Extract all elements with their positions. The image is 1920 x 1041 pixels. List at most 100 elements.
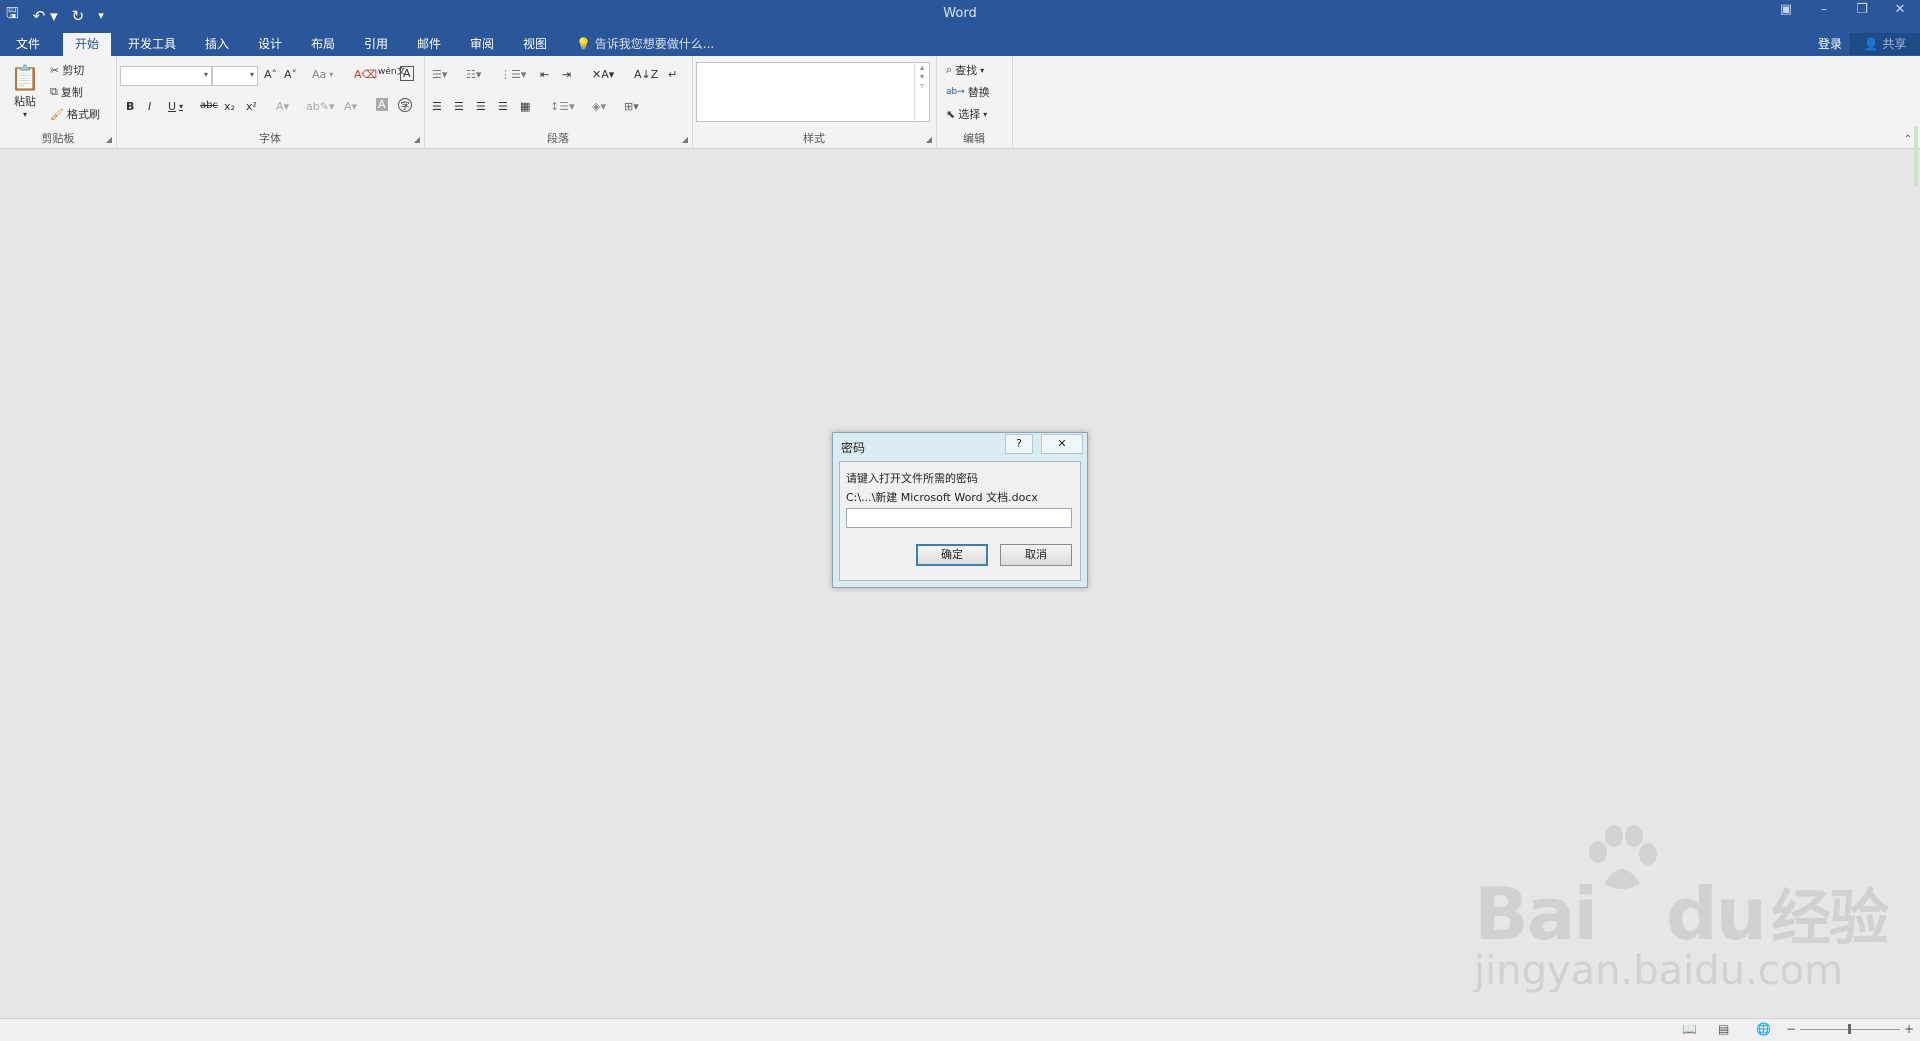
show-marks-button[interactable]: ↵ <box>668 68 677 81</box>
distributed-button[interactable]: ▦ <box>520 100 530 113</box>
zoom-slider-thumb[interactable] <box>1848 1024 1851 1034</box>
font-size-combo[interactable]: ▾ <box>212 66 258 86</box>
text-effects-button[interactable]: A▾ <box>276 100 289 113</box>
tab-design[interactable]: 设计 <box>246 33 294 56</box>
replace-button[interactable]: ab→ 替换 <box>946 84 990 100</box>
grow-font-icon: A˄ <box>264 68 278 81</box>
format-painter-button[interactable]: 🖌 格式刷 <box>50 106 100 122</box>
enclose-characters-button[interactable]: 字 <box>398 98 412 112</box>
cancel-button[interactable]: 取消 <box>1000 544 1072 566</box>
file-path: C:\...\新建 Microsoft Word 文档.docx <box>846 491 1038 504</box>
paragraph-launcher-icon[interactable]: ◢ <box>682 135 688 144</box>
tab-layout[interactable]: 布局 <box>299 33 347 56</box>
strikethrough-button[interactable]: abc <box>200 100 218 111</box>
web-layout-icon[interactable]: 🌐 <box>1756 1022 1771 1036</box>
justify-button[interactable]: ☰ <box>498 100 508 113</box>
title-bar: 🖫 ↶ ▾ ↻ ▾ Word ▣ – ❐ ✕ <box>0 0 1920 30</box>
zoom-in-button[interactable]: + <box>1904 1022 1914 1036</box>
clipboard-launcher-icon[interactable]: ◢ <box>106 135 112 144</box>
tab-mailings[interactable]: 邮件 <box>405 33 453 56</box>
close-button[interactable]: ✕ <box>1041 434 1083 454</box>
align-right-icon: ☰ <box>476 100 486 113</box>
bullets-button[interactable]: ☰▾ <box>432 68 447 81</box>
tab-review[interactable]: 审阅 <box>458 33 506 56</box>
styles-launcher-icon[interactable]: ◢ <box>926 135 932 144</box>
align-right-button[interactable]: ☰ <box>476 100 486 113</box>
decrease-indent-button[interactable]: ⇤ <box>540 68 549 81</box>
restore-icon[interactable]: ❐ <box>1852 2 1872 17</box>
character-border-button[interactable]: A <box>400 66 414 81</box>
styles-gallery-scroll[interactable]: ▴ ▾ ▿ <box>914 63 929 121</box>
font-name-combo[interactable]: ▾ <box>120 66 212 86</box>
close-icon[interactable]: ✕ <box>1890 2 1910 17</box>
help-icon: ? <box>1016 437 1022 450</box>
paste-label: 粘贴 <box>13 95 36 108</box>
editing-group: ⌕ 查找 ▾ ab→ 替换 ⬉ 选择 ▾ 编辑 <box>936 56 1013 148</box>
shrink-font-icon: A˅ <box>284 68 298 81</box>
paste-button[interactable]: 📋 粘贴 ▾ <box>10 64 40 119</box>
dialog-body: 请键入打开文件所需的密码 C:\...\新建 Microsoft Word 文档… <box>839 461 1081 581</box>
eraser-icon: A⌫ <box>354 68 378 81</box>
tell-me-search[interactable]: 💡 告诉我您想要做什么... <box>576 35 714 52</box>
tab-references[interactable]: 引用 <box>352 33 400 56</box>
shrink-font-button[interactable]: A˅ <box>284 68 297 81</box>
chinese-layout-icon: ✕A▾ <box>592 68 615 81</box>
change-case-button[interactable]: Aa ▾ <box>312 68 333 81</box>
subscript-button[interactable]: x₂ <box>224 100 235 113</box>
grow-font-button[interactable]: A˄ <box>264 68 277 81</box>
tab-home[interactable]: 开始 <box>63 33 112 56</box>
print-layout-icon[interactable]: ▤ <box>1718 1022 1729 1036</box>
clipboard-icon: 📋 <box>10 64 40 92</box>
tab-file[interactable]: 文件 <box>4 33 52 56</box>
password-input[interactable] <box>846 508 1072 528</box>
cut-label: 剪切 <box>62 64 85 77</box>
multilevel-list-button[interactable]: ⋮☰▾ <box>500 68 526 81</box>
chinese-layout-button[interactable]: ✕A▾ <box>592 68 614 81</box>
help-button[interactable]: ? <box>1005 434 1033 454</box>
font-launcher-icon[interactable]: ◢ <box>414 135 420 144</box>
cut-button[interactable]: ✂ 剪切 <box>50 62 84 78</box>
change-case-label: Aa <box>312 68 327 81</box>
ribbon-display-icon[interactable]: ▣ <box>1776 2 1796 17</box>
bold-button[interactable]: B <box>126 100 134 113</box>
chevron-down-icon: ▾ <box>179 102 184 111</box>
align-center-button[interactable]: ☰ <box>454 100 464 113</box>
align-left-button[interactable]: ☰ <box>432 100 442 113</box>
multilevel-list-icon: ⋮☰▾ <box>500 68 527 81</box>
font-color-icon: A▾ <box>344 100 358 113</box>
highlighter-icon: ab✎▾ <box>306 100 335 113</box>
sort-icon: A↓Z <box>634 68 659 81</box>
styles-gallery[interactable]: ▴ ▾ ▿ <box>696 62 930 122</box>
login-link[interactable]: 登录 <box>1818 35 1842 52</box>
borders-button[interactable]: ⊞▾ <box>624 100 639 113</box>
tab-insert[interactable]: 插入 <box>193 33 241 56</box>
tab-developer[interactable]: 开发工具 <box>116 33 188 56</box>
underline-button[interactable]: U ▾ <box>168 100 183 113</box>
copy-icon: ⧉ <box>50 85 58 98</box>
paint-bucket-icon: ◈▾ <box>592 100 606 113</box>
font-color-button[interactable]: A▾ <box>344 100 357 113</box>
tell-me-text: 告诉我您想要做什么... <box>594 37 715 51</box>
line-spacing-button[interactable]: ↕☰▾ <box>550 100 575 113</box>
superscript-button[interactable]: x² <box>246 100 257 113</box>
sort-button[interactable]: A↓Z <box>634 68 658 81</box>
clear-formatting-button[interactable]: A⌫ <box>354 68 377 81</box>
numbering-button[interactable]: ☷▾ <box>466 68 481 81</box>
select-button[interactable]: ⬉ 选择 ▾ <box>946 106 987 122</box>
clipboard-group-label: 剪贴板 <box>41 132 75 145</box>
highlight-button[interactable]: ab✎▾ <box>306 100 334 113</box>
copy-button[interactable]: ⧉ 复制 <box>50 84 83 100</box>
minimize-icon[interactable]: – <box>1814 2 1834 17</box>
ok-button[interactable]: 确定 <box>916 544 988 566</box>
styles-group-label: 样式 <box>803 132 825 145</box>
increase-indent-button[interactable]: ⇥ <box>562 68 571 81</box>
collapse-ribbon-icon[interactable]: ⌃ <box>1904 134 1912 145</box>
italic-button[interactable]: I <box>148 100 151 113</box>
shading-button[interactable]: ◈▾ <box>592 100 606 113</box>
character-shading-button[interactable]: A <box>376 98 388 111</box>
read-mode-icon[interactable]: 📖 <box>1682 1022 1697 1036</box>
share-button[interactable]: 👤 共享 <box>1850 33 1920 55</box>
zoom-out-button[interactable]: − <box>1786 1022 1796 1036</box>
find-button[interactable]: ⌕ 查找 ▾ <box>946 62 984 78</box>
tab-view[interactable]: 视图 <box>511 33 559 56</box>
